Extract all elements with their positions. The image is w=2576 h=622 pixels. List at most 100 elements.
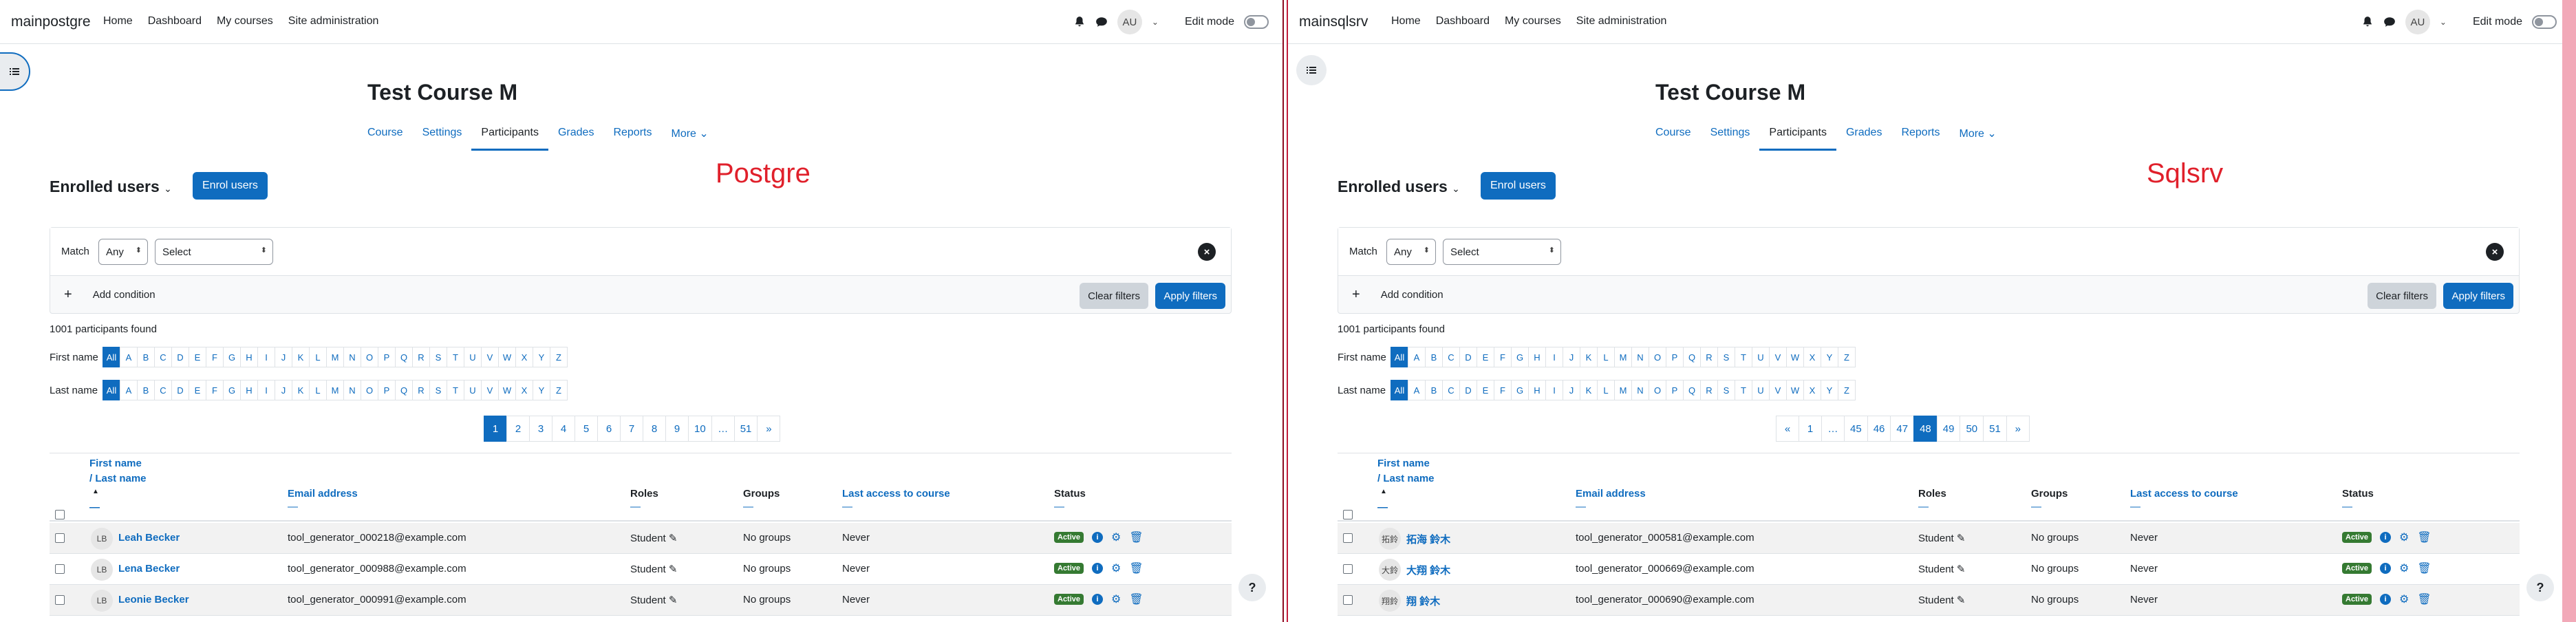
tab-settings[interactable]: Settings <box>413 127 472 151</box>
initial-h-button[interactable]: H <box>1528 347 1546 367</box>
initial-q-button[interactable]: Q <box>395 380 413 400</box>
initial-i-button[interactable]: I <box>1545 347 1563 367</box>
initial-b-button[interactable]: B <box>137 380 155 400</box>
participant-name-link[interactable]: 拓海 鈴木 <box>1406 532 1450 546</box>
initial-n-button[interactable]: N <box>343 347 361 367</box>
tab-reports[interactable]: Reports <box>1891 127 1949 151</box>
hide-column-icon[interactable]: — <box>1576 501 1646 513</box>
tab-settings[interactable]: Settings <box>1701 127 1760 151</box>
nav-home[interactable]: Home <box>103 15 133 28</box>
page-link[interactable]: 49 <box>1936 416 1961 442</box>
site-brand[interactable]: mainsqlsrv <box>1299 14 1368 30</box>
page-link[interactable]: 46 <box>1867 416 1891 442</box>
row-select-checkbox[interactable] <box>55 564 65 574</box>
initial-y-button[interactable]: Y <box>1821 380 1838 400</box>
chevron-down-icon[interactable]: ⌄ <box>2440 17 2447 27</box>
gear-icon[interactable]: ⚙ <box>1111 592 1121 606</box>
page-link[interactable]: 8 <box>643 416 666 442</box>
initial-k-button[interactable]: K <box>1580 380 1598 400</box>
trash-icon[interactable]: 🗑 <box>2417 592 2431 606</box>
col-lastname-header[interactable]: / Last name <box>1377 473 1435 484</box>
initial-w-button[interactable]: W <box>1786 380 1804 400</box>
chevron-down-icon[interactable]: ⌄ <box>1152 17 1159 27</box>
filter-type-select[interactable]: Select ⬍ <box>1443 239 1561 265</box>
page-link[interactable]: 6 <box>597 416 621 442</box>
initial-p-button[interactable]: P <box>1666 380 1684 400</box>
row-select-checkbox[interactable] <box>1343 564 1353 574</box>
enrol-users-button[interactable]: Enrol users <box>193 172 268 200</box>
info-icon[interactable]: i <box>2380 532 2392 543</box>
row-select-checkbox[interactable] <box>1343 533 1353 543</box>
page-link[interactable]: 7 <box>620 416 643 442</box>
participant-name-link[interactable]: Leah Becker <box>118 532 180 544</box>
initial-q-button[interactable]: Q <box>395 347 413 367</box>
hide-column-icon[interactable]: — <box>288 501 358 513</box>
initial-r-button[interactable]: R <box>1700 347 1718 367</box>
page-link[interactable]: 50 <box>1960 416 1984 442</box>
initial-b-button[interactable]: B <box>1425 380 1443 400</box>
page-link[interactable]: » <box>757 416 781 442</box>
initial-x-button[interactable]: X <box>1803 380 1821 400</box>
initial-s-button[interactable]: S <box>1717 380 1735 400</box>
row-select-checkbox[interactable] <box>1343 595 1353 605</box>
enrol-users-button[interactable]: Enrol users <box>1481 172 1556 200</box>
page-link[interactable]: 51 <box>733 416 758 442</box>
initial-z-button[interactable]: Z <box>550 380 568 400</box>
col-email-header[interactable]: Email address — <box>288 488 358 513</box>
initial-q-button[interactable]: Q <box>1683 380 1701 400</box>
initial-y-button[interactable]: Y <box>533 347 550 367</box>
info-icon[interactable]: i <box>1092 563 1104 574</box>
initial-a-button[interactable]: A <box>120 380 138 400</box>
tab-participants[interactable]: Participants <box>471 127 548 151</box>
initial-d-button[interactable]: D <box>1459 380 1477 400</box>
hide-column-icon[interactable]: — <box>630 501 658 513</box>
nav-site-administration[interactable]: Site administration <box>288 15 379 28</box>
select-all-checkbox[interactable] <box>1343 510 1353 519</box>
initial-j-button[interactable]: J <box>1563 347 1580 367</box>
initial-x-button[interactable]: X <box>1803 347 1821 367</box>
info-icon[interactable]: i <box>1092 594 1104 605</box>
add-condition-button[interactable]: + Add condition <box>1352 287 1443 303</box>
initial-j-button[interactable]: J <box>275 380 292 400</box>
initial-d-button[interactable]: D <box>171 347 189 367</box>
initial-j-button[interactable]: J <box>275 347 292 367</box>
initial-b-button[interactable]: B <box>1425 347 1443 367</box>
page-link[interactable]: 45 <box>1844 416 1868 442</box>
page-link[interactable]: 3 <box>529 416 552 442</box>
initial-n-button[interactable]: N <box>343 380 361 400</box>
initial-v-button[interactable]: V <box>481 380 499 400</box>
edit-pencil-icon[interactable]: ✎ <box>669 564 678 575</box>
edit-pencil-icon[interactable]: ✎ <box>1957 564 1966 575</box>
initial-b-button[interactable]: B <box>137 347 155 367</box>
hide-column-icon[interactable]: — <box>1918 501 1946 513</box>
initial-o-button[interactable]: O <box>361 347 378 367</box>
initial-p-button[interactable]: P <box>378 380 396 400</box>
tab-course[interactable]: Course <box>1655 127 1701 151</box>
participant-name-link[interactable]: Lena Becker <box>118 563 180 575</box>
initial-l-button[interactable]: L <box>1597 347 1615 367</box>
initial-a-button[interactable]: A <box>1408 380 1426 400</box>
initial-o-button[interactable]: O <box>1649 347 1666 367</box>
page-link[interactable]: 4 <box>552 416 575 442</box>
info-icon[interactable]: i <box>2380 594 2392 605</box>
initial-d-button[interactable]: D <box>171 380 189 400</box>
initial-j-button[interactable]: J <box>1563 380 1580 400</box>
page-link[interactable]: … <box>711 416 735 442</box>
initial-m-button[interactable]: M <box>326 380 344 400</box>
hide-column-icon[interactable]: — <box>1377 502 1388 513</box>
initial-g-button[interactable]: G <box>223 380 241 400</box>
initial-l-button[interactable]: L <box>309 347 327 367</box>
gear-icon[interactable]: ⚙ <box>1111 561 1121 575</box>
initial-e-button[interactable]: E <box>1477 347 1494 367</box>
enrolled-users-heading[interactable]: Enrolled users ⌄ <box>1338 178 1460 196</box>
initial-o-button[interactable]: O <box>1649 380 1666 400</box>
gear-icon[interactable]: ⚙ <box>1111 530 1121 544</box>
gear-icon[interactable]: ⚙ <box>2399 592 2409 606</box>
nav-dashboard[interactable]: Dashboard <box>1436 15 1490 28</box>
initial-a-button[interactable]: A <box>120 347 138 367</box>
hide-column-icon[interactable]: — <box>842 501 950 513</box>
initial-n-button[interactable]: N <box>1631 347 1649 367</box>
user-avatar[interactable]: AU <box>2405 10 2430 34</box>
initial-f-button[interactable]: F <box>206 380 224 400</box>
row-select-checkbox[interactable] <box>55 533 65 543</box>
